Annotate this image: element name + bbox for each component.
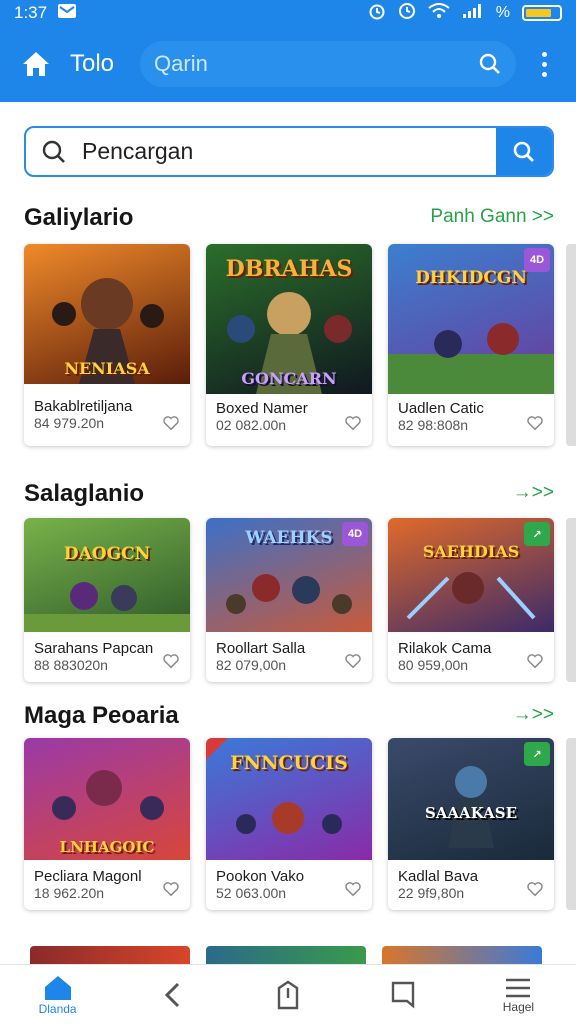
game-cover-image: NENIASA — [24, 244, 190, 384]
appbar-search-field[interactable]: Qarin — [140, 41, 517, 87]
status-time: 1:37 — [14, 3, 48, 22]
game-cover-title: LNHAGOIC — [59, 838, 155, 856]
badge-icon: 4D — [524, 248, 550, 272]
share-icon — [277, 980, 299, 1009]
appbar-search-placeholder: Qarin — [154, 51, 208, 76]
nav-back[interactable] — [115, 965, 230, 1024]
game-card[interactable]: DBRAHAS GONCARN Boxed Namer 02 082.00n — [206, 244, 372, 446]
heart-icon[interactable] — [344, 880, 362, 898]
section-title: Maga Peoaria — [24, 702, 179, 729]
badge-icon: 4D — [342, 522, 368, 546]
game-card[interactable]: SAAAKASE ↗ Kadlal Bava 22 9f9,80n — [388, 738, 554, 910]
heart-icon[interactable] — [526, 880, 544, 898]
heart-icon[interactable] — [162, 652, 180, 670]
nav-home-label: Dlanda — [38, 1001, 77, 1016]
search-bar[interactable]: Pencargan — [24, 126, 554, 177]
nav-menu[interactable]: Hagel — [461, 965, 576, 1024]
nav-bookmark[interactable] — [346, 965, 461, 1024]
game-cover-image: DHKIDCGN 4D — [388, 244, 554, 394]
more-options-icon[interactable] — [534, 51, 554, 77]
game-card[interactable]: NENIASA Bakablretiljana 84 979.20n — [24, 244, 190, 446]
top-app-bar: 1:37 % Tolo Qarin — [0, 0, 576, 102]
section-see-all-link[interactable]: Panh Gann >> — [430, 206, 554, 228]
nav-home[interactable]: Dlanda — [0, 965, 115, 1024]
game-cover-image: SAEHDIAS ↗ — [388, 518, 554, 632]
mail-icon — [57, 3, 77, 24]
heart-icon[interactable] — [526, 414, 544, 432]
game-cover-image: FNNCUCIS — [206, 738, 372, 860]
bottom-navigation: Dlanda Hagel — [0, 964, 576, 1024]
game-cover-title: SAAAKASE — [424, 804, 518, 822]
game-cover-image: DBRAHAS GONCARN — [206, 244, 372, 394]
search-icon — [26, 128, 82, 175]
game-card[interactable]: FNNCUCIS Pookon Vako 52 063.00n — [206, 738, 372, 910]
search-input[interactable]: Pencargan — [82, 128, 496, 175]
search-icon — [513, 141, 534, 162]
next-card-peek — [566, 518, 576, 682]
next-row-peek — [30, 946, 542, 964]
game-card[interactable]: WAEHKS 4D Roollart Salla 82 079,00n — [206, 518, 372, 682]
heart-icon[interactable] — [344, 414, 362, 432]
game-cover-title: DAOGCN — [63, 544, 151, 564]
percent-icon: % — [495, 4, 510, 21]
game-title: Bakablretiljana — [34, 398, 133, 415]
game-card[interactable]: DHKIDCGN 4D Uadlen Catic 82 98:808n — [388, 244, 554, 446]
search-button[interactable] — [496, 128, 552, 175]
home-icon — [44, 975, 71, 1000]
game-cover-title: NENIASA — [64, 359, 150, 378]
search-icon — [479, 53, 500, 74]
menu-icon — [506, 978, 531, 997]
signal-icon — [462, 3, 484, 24]
heart-icon[interactable] — [162, 880, 180, 898]
heart-icon[interactable] — [526, 652, 544, 670]
home-icon[interactable] — [18, 46, 54, 82]
heart-icon[interactable] — [344, 652, 362, 670]
clock-icon — [398, 2, 416, 25]
section-see-all-link[interactable]: →>> — [513, 704, 554, 726]
wifi-icon — [428, 2, 450, 24]
game-card[interactable]: SAEHDIAS ↗ Rilakok Cama 80 959,00n — [388, 518, 554, 682]
badge-icon: ↗ — [524, 742, 550, 766]
bookmark-icon — [392, 981, 415, 1009]
status-bar: 1:37 % — [0, 0, 576, 26]
back-icon — [164, 982, 179, 1007]
game-card[interactable]: DAOGCN Sarahans Papcan 88 883020n — [24, 518, 190, 682]
section-title: Galiylario — [24, 204, 134, 231]
nav-share[interactable] — [230, 965, 345, 1024]
game-cover-image: DAOGCN — [24, 518, 190, 632]
game-cover-title: FNNCUCIS — [230, 752, 348, 774]
game-cover-image: WAEHKS 4D — [206, 518, 372, 632]
badge-icon: ↗ — [524, 522, 550, 546]
nav-menu-label: Hagel — [502, 999, 535, 1014]
next-card-peek — [566, 738, 576, 910]
game-card[interactable]: LNHAGOIC Pecliara Magonl 18 962.20n — [24, 738, 190, 910]
game-cover-image: SAAAKASE ↗ — [388, 738, 554, 860]
app-title: Tolo — [70, 50, 115, 77]
alarm-icon — [368, 2, 386, 25]
section-see-all-link[interactable]: →>> — [513, 482, 554, 504]
battery-icon — [522, 5, 562, 21]
heart-icon[interactable] — [162, 414, 180, 432]
game-cover-title: GONCARN — [241, 369, 337, 388]
section-title: Salaglanio — [24, 480, 145, 507]
next-card-peek — [566, 244, 576, 446]
game-cover-image: LNHAGOIC — [24, 738, 190, 860]
